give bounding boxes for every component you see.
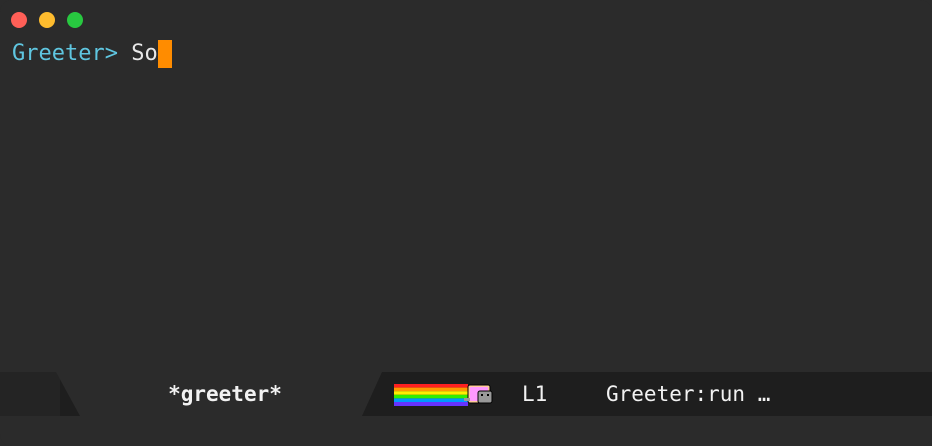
buffer-name: *greeter* <box>168 382 282 406</box>
close-window-button[interactable] <box>11 12 27 28</box>
terminal-window: Greeter> So *greeter* L1 Greeter:run … <box>0 0 932 446</box>
text-cursor <box>157 40 172 68</box>
echo-area <box>0 416 932 446</box>
line-number: L1 <box>522 382 548 406</box>
repl-input-line[interactable]: Greeter> So <box>12 40 172 68</box>
minimize-window-button[interactable] <box>39 12 55 28</box>
mode-line-left-segment <box>0 372 60 416</box>
current-function: Greeter:run … <box>606 382 771 406</box>
repl-input-text[interactable]: So <box>131 40 158 68</box>
buffer-name-segment[interactable]: *greeter* <box>56 372 386 416</box>
maximize-window-button[interactable] <box>67 12 83 28</box>
nyan-cat-icon <box>394 384 493 406</box>
repl-prompt: Greeter> <box>12 41 118 66</box>
